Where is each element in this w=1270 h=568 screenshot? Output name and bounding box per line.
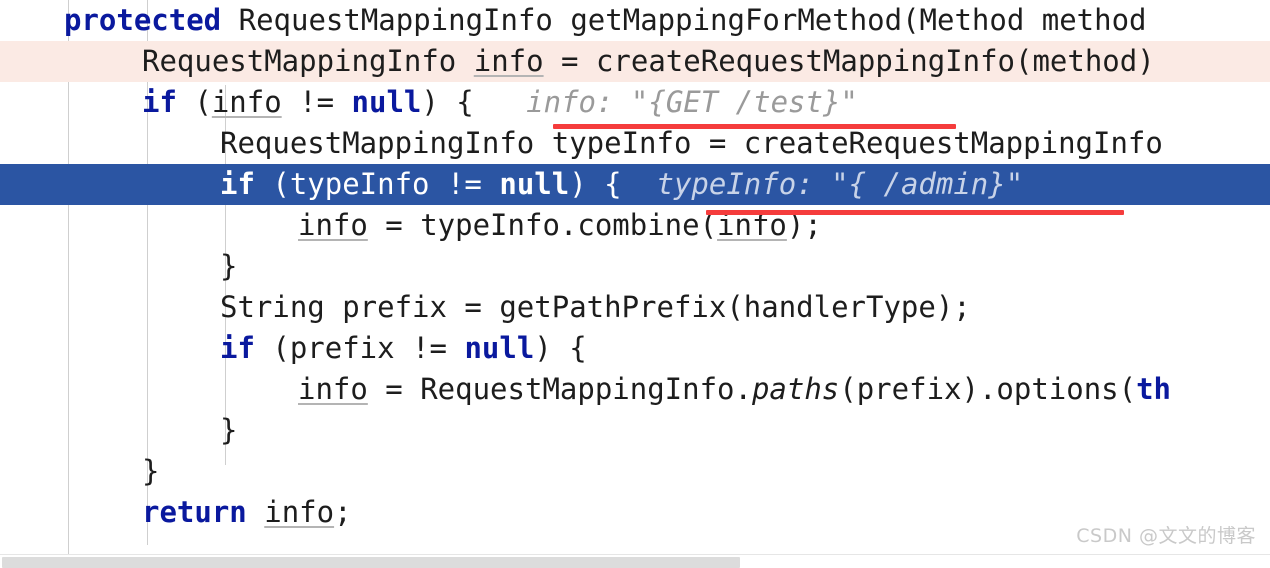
keyword-token: null — [464, 331, 535, 365]
code-token: ) { — [569, 167, 622, 201]
code-editor[interactable]: protected RequestMappingInfo getMappingF… — [0, 0, 1270, 568]
code-line-text: protected RequestMappingInfo getMappingF… — [0, 0, 1147, 41]
type-token: RequestMappingInfo — [220, 126, 535, 160]
horizontal-scrollbar-thumb[interactable] — [2, 557, 740, 568]
code-token: != — [281, 85, 352, 119]
code-line-text: if (info != null) { info: "{GET /test}" — [0, 82, 858, 123]
code-token: (typeInfo != — [254, 167, 500, 201]
keyword-token: null — [499, 167, 570, 201]
code-token: (prefix != — [254, 331, 465, 365]
inline-hint[interactable]: info: "{GET /test}" — [474, 85, 858, 119]
code-line[interactable]: protected RequestMappingInfo getMappingF… — [0, 0, 1270, 41]
code-line-text: return info; — [0, 492, 352, 533]
code-line[interactable]: if (typeInfo != null) { typeInfo: "{ /ad… — [0, 164, 1270, 205]
code-token: = RequestMappingInfo. — [367, 372, 752, 406]
type-token: RequestMappingInfo — [238, 3, 553, 37]
code-token: } — [220, 249, 238, 283]
keyword-token: if — [220, 331, 255, 365]
code-line-text: info = typeInfo.combine(info); — [0, 205, 822, 246]
horizontal-scrollbar[interactable] — [0, 554, 1270, 568]
code-token: ) { — [421, 85, 474, 119]
code-token: (prefix).options( — [839, 372, 1137, 406]
code-line-text: } — [0, 410, 237, 451]
code-line-text: } — [0, 246, 237, 287]
code-token: typeInfo = createRequestMappingInfo — [534, 126, 1163, 160]
identifier-token: info — [717, 208, 787, 242]
keyword-token: if — [220, 167, 255, 201]
code-line-text: if (typeInfo != null) { typeInfo: "{ /ad… — [0, 164, 1023, 205]
code-line-text: String prefix = getPathPrefix(handlerTyp… — [0, 287, 971, 328]
code-line-text: RequestMappingInfo info = createRequestM… — [0, 41, 1155, 82]
static-method-token: paths — [751, 372, 840, 406]
code-token: ) { — [534, 331, 587, 365]
code-line[interactable]: } — [0, 246, 1270, 287]
identifier-token: info — [211, 85, 282, 119]
code-line[interactable]: RequestMappingInfo typeInfo = createRequ… — [0, 123, 1270, 164]
code-token: = typeInfo.combine( — [367, 208, 718, 242]
identifier-token: info — [264, 495, 335, 529]
identifier-token: info — [298, 372, 368, 406]
code-line[interactable]: RequestMappingInfo info = createRequestM… — [0, 41, 1270, 82]
code-token: } — [142, 454, 160, 488]
watermark: CSDN @文文的博客 — [1076, 525, 1256, 547]
code-token: String prefix = getPathPrefix(handlerTyp… — [220, 290, 971, 324]
code-line[interactable]: info = typeInfo.combine(info); — [0, 205, 1270, 246]
code-line-text: info = RequestMappingInfo.paths(prefix).… — [0, 369, 1171, 410]
code-line[interactable]: info = RequestMappingInfo.paths(prefix).… — [0, 369, 1270, 410]
keyword-token: protected — [64, 3, 222, 37]
code-line[interactable]: if (info != null) { info: "{GET /test}" — [0, 82, 1270, 123]
code-line-text: RequestMappingInfo typeInfo = createRequ… — [0, 123, 1163, 164]
code-surface[interactable]: protected RequestMappingInfo getMappingF… — [0, 0, 1270, 533]
keyword-token: return — [142, 495, 247, 529]
keyword-token: if — [142, 85, 177, 119]
code-token: } — [220, 413, 238, 447]
code-token: getMappingForMethod(Method method — [552, 3, 1147, 37]
code-token: ; — [334, 495, 352, 529]
identifier-token: info — [473, 44, 544, 78]
keyword-token: null — [351, 85, 422, 119]
code-line-text: } — [0, 451, 159, 492]
inline-hint[interactable]: typeInfo: "{ /admin}" — [622, 167, 1024, 201]
code-token: ); — [786, 208, 822, 242]
code-line[interactable]: } — [0, 451, 1270, 492]
code-token: = createRequestMappingInfo(method) — [543, 44, 1155, 78]
keyword-token: th — [1136, 372, 1171, 406]
code-token: ( — [176, 85, 212, 119]
code-line-text: if (prefix != null) { — [0, 328, 587, 369]
code-line[interactable]: String prefix = getPathPrefix(handlerTyp… — [0, 287, 1270, 328]
identifier-token: info — [298, 208, 368, 242]
type-token: RequestMappingInfo — [142, 44, 457, 78]
code-line[interactable]: } — [0, 410, 1270, 451]
code-line[interactable]: if (prefix != null) { — [0, 328, 1270, 369]
